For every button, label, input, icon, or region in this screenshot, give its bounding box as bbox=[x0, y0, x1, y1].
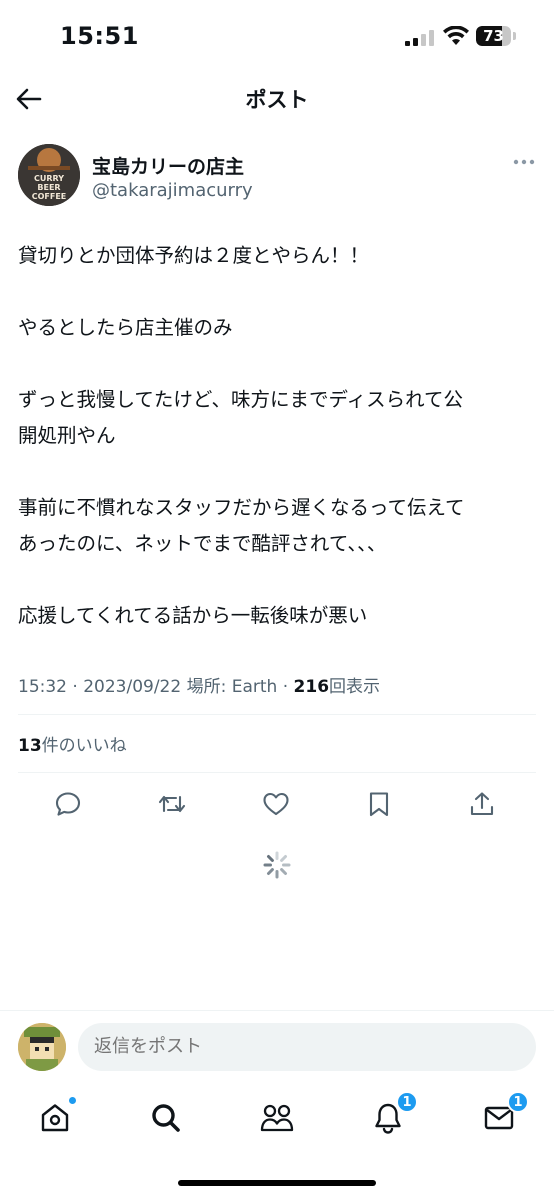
views-label: 回表示 bbox=[329, 677, 381, 697]
home-new-indicator bbox=[68, 1096, 77, 1105]
post-timestamp-location: 15:32 · 2023/09/22 場所: Earth · bbox=[18, 677, 294, 697]
tab-communities[interactable] bbox=[257, 1098, 297, 1138]
page-title: ポスト bbox=[245, 88, 309, 112]
avatar-logo-line-2: BEER bbox=[37, 183, 60, 192]
bookmark-icon bbox=[369, 792, 389, 817]
cellular-signal-icon bbox=[405, 30, 434, 46]
post-line: 貸切りとか団体予約は２度とやらん！！ bbox=[18, 244, 370, 267]
status-bar: 15:51 73 bbox=[0, 0, 554, 74]
repost-button[interactable] bbox=[154, 786, 190, 822]
home-indicator bbox=[178, 1180, 376, 1186]
post-line: ずっと我慢してたけど、味方にまでディスられて公 bbox=[18, 388, 463, 411]
post-line: 開処刑やん bbox=[18, 424, 116, 447]
likes-label: 件のいいね bbox=[41, 736, 127, 756]
search-icon bbox=[152, 1104, 180, 1132]
status-time: 15:51 bbox=[60, 22, 139, 50]
post-author: CURRY BEER COFFEE 宝島カリーの店主 @takarajimacu… bbox=[18, 144, 538, 214]
post-text: 貸切りとか団体予約は２度とやらん！！ やるとしたら店主催のみ ずっと我慢してたけ… bbox=[18, 238, 540, 634]
post-metadata: 15:32 · 2023/09/22 場所: Earth · 216回表示 bbox=[18, 672, 538, 697]
likes-summary[interactable]: 13件のいいね bbox=[18, 731, 127, 756]
reply-button[interactable] bbox=[50, 786, 86, 822]
notifications-badge: 1 bbox=[396, 1091, 418, 1113]
avatar-logo-line-1: CURRY bbox=[34, 174, 64, 183]
reply-icon bbox=[55, 792, 81, 816]
post-line: やるとしたら店主催のみ bbox=[18, 316, 233, 339]
user-avatar[interactable] bbox=[18, 1023, 66, 1071]
post-actions bbox=[0, 786, 554, 822]
divider bbox=[18, 772, 536, 773]
messages-badge: 1 bbox=[507, 1091, 529, 1113]
like-button[interactable] bbox=[258, 786, 294, 822]
navigation-header: ポスト bbox=[0, 74, 554, 124]
wifi-icon bbox=[443, 26, 469, 45]
author-display-name[interactable]: 宝島カリーの店主 bbox=[92, 152, 244, 179]
post-line: 応援してくれてる話から一転後味が悪い bbox=[18, 604, 368, 627]
tab-messages[interactable]: 1 bbox=[479, 1091, 529, 1138]
communities-icon bbox=[260, 1104, 294, 1132]
bottom-tab-bar: 1 1 bbox=[0, 1084, 554, 1200]
author-avatar-image: CURRY BEER COFFEE bbox=[18, 144, 80, 206]
author-avatar[interactable]: CURRY BEER COFFEE bbox=[18, 144, 80, 206]
post-line: あったのに、ネットでまで酷評されて、、、 bbox=[18, 532, 387, 555]
tab-search[interactable] bbox=[146, 1098, 186, 1138]
tab-home[interactable] bbox=[35, 1096, 77, 1138]
share-icon bbox=[470, 792, 494, 816]
likes-count: 13 bbox=[18, 736, 42, 756]
battery-indicator: 73 bbox=[476, 26, 516, 46]
tab-notifications[interactable]: 1 bbox=[368, 1091, 418, 1138]
author-handle[interactable]: @takarajimacurry bbox=[92, 180, 253, 201]
reply-input[interactable] bbox=[78, 1023, 536, 1071]
reply-composer bbox=[0, 1010, 554, 1084]
divider bbox=[18, 714, 536, 715]
battery-percentage: 73 bbox=[483, 27, 504, 45]
more-options-icon[interactable] bbox=[513, 158, 535, 166]
post-line: 事前に不慣れなスタッフだから遅くなるって伝えて bbox=[18, 496, 465, 519]
avatar-logo-line-3: COFFEE bbox=[32, 192, 67, 201]
loading-spinner-icon bbox=[263, 851, 291, 879]
bookmark-button[interactable] bbox=[361, 786, 397, 822]
share-button[interactable] bbox=[464, 786, 500, 822]
views-count: 216 bbox=[293, 677, 330, 697]
home-icon bbox=[41, 1104, 69, 1132]
user-avatar-image bbox=[18, 1023, 66, 1071]
repost-icon bbox=[158, 795, 186, 813]
like-icon bbox=[263, 792, 289, 816]
